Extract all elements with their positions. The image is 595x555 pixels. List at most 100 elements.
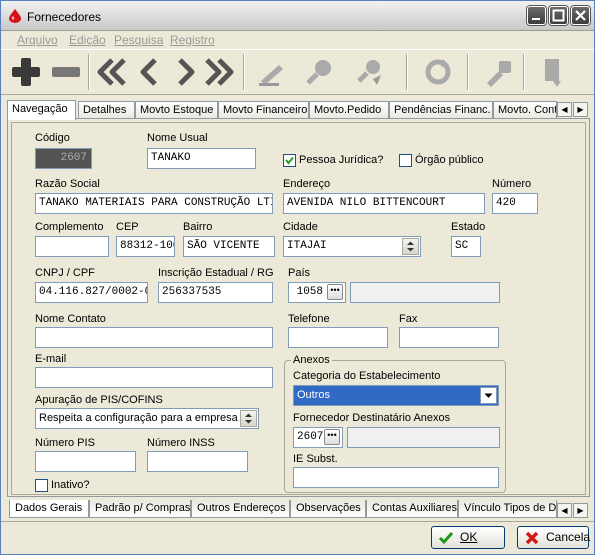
exit-icon	[545, 59, 561, 87]
pais-lookup-button[interactable]: •••	[327, 284, 343, 300]
numero-field[interactable]: 420	[492, 193, 538, 214]
tab-detalhes[interactable]: Detalhes	[78, 101, 135, 119]
tab-observacoes[interactable]: Observações	[290, 500, 366, 518]
ie-subst-field[interactable]	[293, 467, 499, 488]
tab-dados-gerais[interactable]: Dados Gerais	[9, 500, 89, 518]
codigo-label: Código	[35, 132, 70, 144]
cidade-value: ITAJAI	[287, 240, 327, 252]
endereco-field[interactable]: AVENIDA NILO BITTENCOURT	[283, 193, 485, 214]
chevron-down-icon	[484, 393, 493, 398]
cidade-select[interactable]: ITAJAI	[283, 236, 421, 257]
maximize-button[interactable]	[549, 6, 568, 25]
tab-padrao-compras[interactable]: Padrão p/ Compras	[89, 500, 191, 518]
tab-navegacao[interactable]: Navegação	[7, 100, 76, 120]
tools-button[interactable]	[479, 53, 517, 91]
tab-outros-enderecos[interactable]: Outros Endereços	[191, 500, 290, 518]
tab-scroll-right-button[interactable]: ▶	[573, 102, 588, 117]
ok-label: OK	[460, 530, 478, 544]
add-button[interactable]	[7, 53, 45, 91]
exit-button[interactable]	[535, 53, 573, 91]
inscricao-field[interactable]: 256337535	[158, 282, 273, 303]
nome-usual-field[interactable]: TANAKO	[147, 148, 256, 169]
orgao-publico-checkbox[interactable]	[399, 154, 412, 167]
codigo-field[interactable]: 2607	[35, 148, 92, 169]
cancel-button[interactable]: Cancela	[517, 526, 591, 549]
cidade-label: Cidade	[283, 221, 318, 233]
categoria-value: Outros	[297, 389, 331, 401]
close-button[interactable]	[571, 6, 590, 25]
razao-social-field[interactable]: TANAKO MATERIAIS PARA CONSTRUÇÃO LTI	[35, 193, 273, 214]
categoria-label: Categoria do Estabelecimento	[293, 370, 441, 382]
complemento-field[interactable]	[35, 236, 109, 257]
check-icon	[438, 532, 454, 545]
toolbar	[1, 49, 594, 95]
cnpj-field[interactable]: 04.116.827/0002-05	[35, 282, 148, 303]
tab-movto-pedido[interactable]: Movto.Pedido	[309, 101, 389, 119]
numero-pis-field[interactable]	[35, 451, 136, 472]
remove-button[interactable]	[47, 53, 85, 91]
orgao-publico-label: Órgão público	[415, 154, 484, 166]
fornecedor-dest-label: Fornecedor Destinatário Anexos	[293, 412, 451, 424]
nome-contato-field[interactable]	[35, 327, 273, 348]
cidade-spin-button[interactable]	[402, 238, 419, 255]
apuracao-spin-button[interactable]	[240, 410, 257, 427]
search-icon	[306, 60, 331, 85]
pais-label: País	[288, 267, 311, 279]
fornecedor-dest-value: 2607	[297, 431, 324, 443]
apuracao-select[interactable]: Respeita a configuração para a empresa	[35, 408, 259, 429]
bottom-tab-scroll-left-button[interactable]: ◀	[557, 503, 572, 518]
bairro-field[interactable]: SÃO VICENTE	[183, 236, 275, 257]
numero-inss-label: Número INSS	[147, 437, 215, 449]
minimize-button[interactable]	[527, 6, 546, 25]
search-button[interactable]	[301, 53, 339, 91]
previous-record-button[interactable]	[131, 53, 169, 91]
tab-contas-auxiliares[interactable]: Contas Auxiliares	[366, 500, 458, 518]
email-label: E-mail	[35, 353, 67, 365]
inativo-checkbox[interactable]	[35, 479, 48, 492]
apuracao-label: Apuração de PIS/COFINS	[35, 394, 163, 406]
categoria-dropdown-button[interactable]	[480, 387, 497, 404]
email-field[interactable]	[35, 367, 273, 388]
menu-edicao[interactable]: Edição	[69, 33, 106, 47]
app-drop-icon	[9, 9, 21, 23]
tab-pendencias-financ[interactable]: Pendências Financ.	[389, 101, 493, 119]
categoria-select[interactable]: Outros	[293, 385, 499, 406]
fax-field[interactable]	[399, 327, 499, 348]
menu-pesquisa[interactable]: Pesquisa	[114, 33, 163, 47]
bottom-tab-scroll-right-button[interactable]: ▶	[573, 503, 588, 518]
first-record-icon	[97, 58, 126, 86]
updown-icon	[407, 241, 414, 252]
next-record-button[interactable]	[166, 53, 204, 91]
edit-icon	[259, 65, 283, 86]
first-record-button[interactable]	[92, 53, 130, 91]
cancel-label: Cancela	[546, 530, 591, 544]
tab-movto-financeiro[interactable]: Movto Financeiro	[218, 101, 309, 119]
cnpj-label: CNPJ / CPF	[35, 267, 95, 279]
fornecedor-dest-lookup-button[interactable]: •••	[324, 429, 340, 445]
cep-field[interactable]: 88312-100	[116, 236, 175, 257]
complemento-label: Complemento	[35, 221, 104, 233]
tab-scroll-left-button[interactable]: ◀	[557, 102, 572, 117]
tab-vinculo-tipos[interactable]: Vínculo Tipos de D	[458, 500, 557, 518]
ie-subst-label: IE Subst.	[293, 453, 338, 465]
plus-icon	[12, 58, 40, 86]
pessoa-juridica-label: Pessoa Jurídica?	[299, 154, 384, 166]
numero-inss-field[interactable]	[147, 451, 248, 472]
search-edit-button[interactable]	[351, 53, 389, 91]
next-record-icon	[178, 58, 195, 86]
ok-button[interactable]: OK	[431, 526, 505, 549]
edit-button[interactable]	[251, 53, 289, 91]
menu-arquivo[interactable]: Arquivo	[17, 33, 58, 47]
window-title: Fornecedores	[27, 10, 102, 24]
menu-registro[interactable]: Registro	[170, 33, 215, 47]
refresh-button[interactable]	[419, 53, 457, 91]
pessoa-juridica-checkbox[interactable]	[283, 154, 296, 167]
last-record-button[interactable]	[201, 53, 239, 91]
tab-movto-estoque[interactable]: Movto Estoque	[135, 101, 218, 119]
tab-movto-cont[interactable]: Movto. Cont	[493, 101, 557, 119]
tools-icon	[487, 61, 511, 87]
telefone-field[interactable]	[288, 327, 388, 348]
estado-field[interactable]: SC	[451, 236, 481, 257]
fax-label: Fax	[399, 313, 418, 325]
apuracao-value: Respeita a configuração para a empresa	[39, 412, 238, 424]
